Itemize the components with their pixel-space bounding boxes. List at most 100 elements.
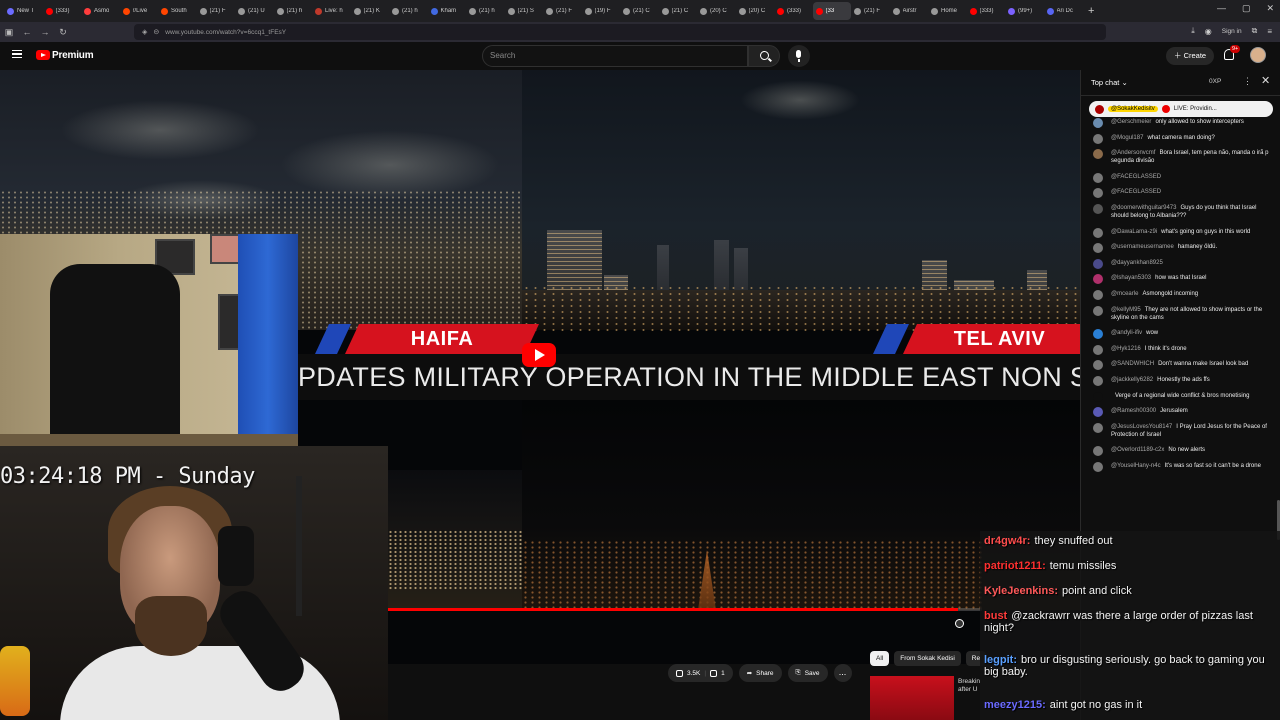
video-progress-bar[interactable]: [388, 608, 982, 611]
chat-avatar: [1093, 407, 1103, 418]
chat-message[interactable]: @DawaLama-z9i what's going on guys in thi…: [1089, 227, 1275, 238]
extensions-icon[interactable]: ⧉: [1252, 26, 1258, 36]
chat-author: @Hyk1216: [1111, 345, 1141, 352]
browser-tab[interactable]: (21) F: [197, 2, 236, 20]
chat-message[interactable]: @Ramesh00300 Jerusalem: [1089, 407, 1275, 418]
like-dislike-button[interactable]: 3.5K | 1: [668, 664, 733, 682]
chat-points[interactable]: 0XP: [1209, 78, 1221, 85]
browser-tab[interactable]: (19) F: [582, 2, 621, 20]
toolbar-right: ⤓ ◉ Sign in ⧉ ≡: [1191, 26, 1272, 36]
sidebar-toggle-icon[interactable]: ▣: [0, 27, 18, 38]
browser-tab[interactable]: Home: [928, 2, 967, 20]
download-icon[interactable]: ⤓: [1191, 26, 1195, 36]
chat-message[interactable]: Verge of a regional wide conflict & bros…: [1089, 391, 1275, 402]
more-vert-icon[interactable]: ⋮: [1243, 76, 1252, 87]
browser-tab[interactable]: (21) C: [659, 2, 698, 20]
browser-tab[interactable]: (20) C: [736, 2, 775, 20]
browser-tab[interactable]: (21) K: [351, 2, 390, 20]
browser-tab[interactable]: Asmo: [81, 2, 120, 20]
browser-tab[interactable]: (21) S: [505, 2, 544, 20]
profile-icon[interactable]: ◉: [1205, 27, 1212, 36]
chat-message[interactable]: @lshayan5303 how was that Israel: [1089, 274, 1275, 285]
browser-tab[interactable]: Kham: [428, 2, 467, 20]
menu-icon[interactable]: ≡: [1267, 27, 1272, 36]
maximize-icon[interactable]: ▢: [1242, 3, 1251, 14]
close-icon[interactable]: ✕: [1261, 74, 1270, 87]
new-tab-icon[interactable]: +: [1088, 5, 1094, 17]
play-button-icon[interactable]: [522, 343, 556, 367]
browser-tab[interactable]: (20) C: [697, 2, 736, 20]
browser-tab[interactable]: (21) F: [543, 2, 582, 20]
browser-tab[interactable]: (333): [774, 2, 813, 20]
browser-tab[interactable]: (21) F: [851, 2, 890, 20]
chat-message[interactable]: @JesusLovesYou8147 I Pray Lord Jesus for …: [1089, 422, 1275, 439]
browser-tab[interactable]: Airstr: [890, 2, 929, 20]
browser-tab[interactable]: Live: h: [312, 2, 351, 20]
browser-tab[interactable]: (21) C: [620, 2, 659, 20]
chat-message[interactable]: @Overlord1189-c2x No new alerts: [1089, 446, 1275, 457]
recommended-video-thumbnail[interactable]: [870, 676, 954, 720]
chat-message[interactable]: @kellyM95 They are not allowed to show im…: [1089, 305, 1275, 322]
browser-tab[interactable]: (333): [43, 2, 82, 20]
create-button[interactable]: ＋ Create: [1166, 47, 1215, 65]
chat-message[interactable]: @Mogul187 what camera man doing?: [1089, 133, 1275, 144]
tab-favicon-icon: [892, 7, 900, 15]
chat-message[interactable]: @Gerschmeier only allowed to show interce…: [1089, 118, 1275, 128]
chat-message[interactable]: @dayyankhan8925: [1089, 258, 1275, 269]
chat-message[interactable]: @andyli-ifiv wow: [1089, 329, 1275, 340]
browser-tab[interactable]: (21) h: [389, 2, 428, 20]
address-bar[interactable]: ◈ ⊝ www.youtube.com/watch?v=6ccq1_tFEsY: [134, 24, 1106, 40]
chat-message[interactable]: @mcearle Asmongold incoming: [1089, 289, 1275, 300]
shield-icon[interactable]: ◈: [142, 28, 147, 36]
youtube-premium-label[interactable]: Premium: [52, 50, 94, 61]
filter-chip-all[interactable]: All: [870, 651, 890, 666]
chat-message[interactable]: @doomerwithguitar9473 Guys do you think t…: [1089, 203, 1275, 220]
account-avatar[interactable]: [1250, 47, 1266, 63]
minimize-icon[interactable]: —: [1217, 3, 1226, 14]
tel-aviv-label-text: TEL AVIV: [954, 327, 1046, 350]
chat-message[interactable]: @usernameusernamee hamaney öldü.: [1089, 243, 1275, 254]
progress-scrubber[interactable]: [955, 619, 964, 628]
chat-message[interactable]: @YouselHany-n4c It's was so fast so it ca…: [1089, 461, 1275, 472]
save-button[interactable]: ⎘ Save: [787, 664, 828, 682]
back-icon[interactable]: ←: [18, 27, 36, 37]
close-window-icon[interactable]: ✕: [1266, 3, 1274, 14]
browser-tab[interactable]: r/Live: [120, 2, 159, 20]
search-input[interactable]: Search: [482, 45, 748, 67]
chat-message[interactable]: @Hyk1216 I think it's drone: [1089, 344, 1275, 355]
rec-title-line: after U: [958, 686, 978, 693]
search-button[interactable]: [748, 45, 780, 67]
browser-tab[interactable]: Ari Dc: [1044, 2, 1083, 20]
chat-message[interactable]: @FACEGLASSED: [1089, 188, 1275, 199]
browser-tab[interactable]: (21) U: [235, 2, 274, 20]
browser-tab[interactable]: (21) h: [274, 2, 313, 20]
chat-avatar: [1093, 305, 1103, 316]
youtube-logo-icon[interactable]: [36, 50, 50, 60]
chat-message[interactable]: @jackkelly6282 Honestly the ads ffs: [1089, 375, 1275, 386]
hamburger-menu-icon[interactable]: [12, 50, 22, 58]
sign-in-link[interactable]: Sign in: [1222, 28, 1242, 35]
forward-icon[interactable]: →: [36, 27, 54, 37]
browser-tab[interactable]: South: [158, 2, 197, 20]
chat-message[interactable]: @Andersonvcmf Bora Israel, tem pena não, …: [1089, 149, 1275, 165]
voice-search-icon[interactable]: [788, 45, 810, 67]
top-chat-dropdown[interactable]: Top chat ⌄: [1091, 78, 1128, 87]
browser-tab[interactable]: (21) h: [466, 2, 505, 20]
url-text[interactable]: www.youtube.com/watch?v=6ccq1_tFEsY: [165, 29, 286, 36]
recommended-video-title[interactable]: Breakin after U: [958, 678, 980, 694]
twitch-chat-line: bust @zackrawrr was there a large order o…: [984, 610, 1280, 634]
pinned-message[interactable]: @SokakKedisitv LIVE: Providin...: [1089, 101, 1273, 117]
more-actions-button[interactable]: ...: [833, 664, 852, 682]
chat-message[interactable]: @FACEGLASSED: [1089, 172, 1275, 183]
browser-tab[interactable]: (33: [812, 2, 851, 20]
share-button[interactable]: ➦ Share: [738, 664, 782, 682]
browser-tab[interactable]: New T: [4, 2, 43, 20]
chat-author: @YouselHany-n4c: [1111, 462, 1161, 469]
reload-icon[interactable]: ↻: [54, 27, 72, 38]
browser-tab[interactable]: (333): [967, 2, 1006, 20]
tab-favicon-icon: [353, 7, 361, 15]
filter-chip-channel[interactable]: From Sokak Kedisi: [894, 651, 961, 666]
chat-message[interactable]: @SANDWHICH Don't wanna make Israel look b…: [1089, 360, 1275, 371]
lock-icon[interactable]: ⊝: [153, 28, 159, 36]
browser-tab[interactable]: (99+): [1005, 2, 1044, 20]
